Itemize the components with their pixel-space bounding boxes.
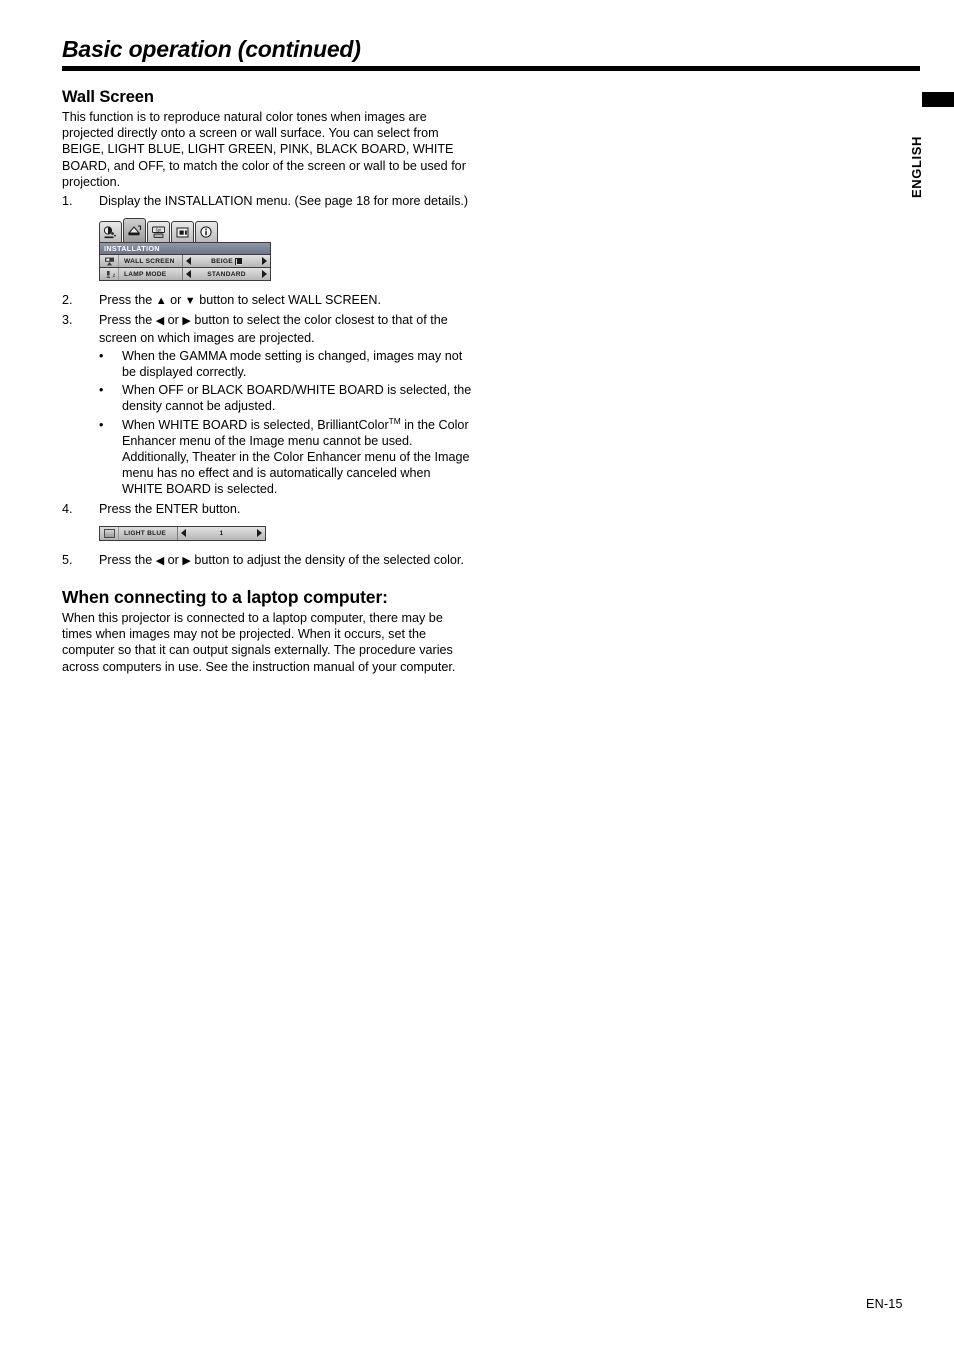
osd-row-label-wall-screen: WALL SCREEN (119, 255, 182, 268)
feature-tab[interactable]: 6pt (147, 221, 170, 243)
signal-tab-icon (176, 227, 189, 238)
osd-row-wall-screen[interactable]: WALL SCREEN BEIGE (99, 255, 271, 269)
arrow-right-icon[interactable] (262, 257, 267, 266)
osd-row-control-light-blue[interactable]: 1 (177, 526, 265, 540)
light-blue-adjust-figure: LIGHT BLUE 1 (99, 525, 266, 541)
trademark-mark: TM (388, 415, 401, 426)
language-tab-label: ENGLISH (909, 136, 924, 198)
osd-row-label-light-blue: LIGHT BLUE (119, 526, 177, 540)
step-3-number: 3. (62, 313, 73, 328)
lamp-mode-icon: A (100, 268, 119, 281)
bullet-dot-icon: • (99, 348, 104, 363)
step-4: 4. Press the ENTER button. (62, 501, 472, 517)
step-2-text-a: Press the (99, 293, 153, 308)
osd-row-value-lamp-mode: STANDARD (207, 270, 246, 278)
information-tab[interactable] (195, 221, 218, 243)
feature-tab-icon: 6pt (152, 226, 165, 238)
bullet-dot-icon: • (99, 383, 104, 398)
page-number: EN-15 (866, 1297, 903, 1311)
osd-row-value-light-blue: 1 (219, 529, 224, 537)
enter-icon (234, 257, 242, 265)
bullet-text-3-a: When WHITE BOARD is selected, BrilliantC… (122, 417, 389, 432)
section-heading-wall-screen: Wall Screen (62, 88, 154, 106)
wall-screen-glyph (104, 257, 114, 266)
color-swatch-icon (100, 526, 119, 540)
content-column: Wall Screen This function is to reproduc… (62, 88, 472, 675)
step-1-text: Display the INSTALLATION menu. (See page… (99, 194, 469, 209)
section-intro-laptop: When this projector is connected to a la… (62, 611, 456, 674)
color-swatch (103, 528, 115, 538)
wall-screen-icon (100, 255, 119, 268)
bullet-item-2: • When OFF or BLACK BOARD/WHITE BOARD is… (99, 382, 472, 414)
osd-row-lamp-mode[interactable]: A LAMP MODE STANDARD (99, 268, 271, 282)
osd-row-label-lamp-mode: LAMP MODE (119, 268, 182, 281)
step-1-number: 1. (62, 194, 73, 209)
bullet-item-3: • When WHITE BOARD is selected, Brillian… (99, 415, 472, 498)
osd-row-control-wall-screen[interactable]: BEIGE (182, 255, 270, 268)
section-intro-wall-screen: This function is to reproduce natural co… (62, 110, 466, 189)
step-2-text-b: button to select WALL SCREEN. (199, 293, 381, 308)
step-3-text: Press the ◀ or ▶ button to select the co… (99, 312, 472, 345)
installation-menu-figure: 6pt INSTALLATION WALL SCREEN BEIGE A LAM… (99, 218, 271, 282)
step-5-number: 5. (62, 552, 73, 567)
arrow-right-icon[interactable] (257, 529, 262, 538)
step-5-text-a: Press the (99, 552, 153, 567)
bullet-item-1: • When the GAMMA mode setting is changed… (99, 348, 472, 380)
step-2-or: or (170, 293, 182, 308)
installation-tab-icon (127, 225, 142, 236)
installation-tab[interactable] (123, 218, 146, 243)
arrow-right-icon: ▶ (182, 315, 191, 328)
osd-row-value-wall-screen-wrap: BEIGE (191, 257, 262, 265)
lamp-mode-glyph: A (106, 270, 115, 279)
svg-text:6pt: 6pt (156, 227, 163, 232)
osd-row-value-wall-screen: BEIGE (211, 257, 233, 265)
step-2: 2. Press the ▲ or ▼ button to select WAL… (62, 292, 472, 309)
bullet-text-1: When the GAMMA mode setting is changed, … (122, 348, 463, 380)
step-4-text: Press the ENTER button. (99, 501, 241, 516)
header-rule (62, 66, 920, 71)
arrow-left-icon: ◀ (155, 315, 165, 328)
osd-menu-title: INSTALLATION (99, 242, 271, 256)
bullet-text-3: When WHITE BOARD is selected, BrilliantC… (122, 415, 472, 498)
step-5: 5. Press the ◀ or ▶ button to adjust the… (62, 552, 472, 569)
image-tab-icon (103, 226, 116, 238)
bullet-dot-icon: • (99, 417, 104, 432)
step-3-text-a: Press the (99, 313, 153, 328)
step-5-text-b: button to adjust the density of the sele… (194, 552, 464, 567)
signal-tab[interactable] (171, 221, 194, 243)
osd-row-control-lamp-mode[interactable]: STANDARD (182, 268, 270, 281)
step-2-text: Press the ▲ or ▼ button to select WALL S… (99, 292, 472, 309)
bullet-text-2: When OFF or BLACK BOARD/WHITE BOARD is s… (122, 383, 472, 414)
arrow-right-icon: ▶ (182, 554, 191, 567)
arrow-down-icon: ▼ (184, 295, 196, 308)
step-5-text: Press the ◀ or ▶ button to adjust the de… (99, 552, 472, 569)
step-3: 3. Press the ◀ or ▶ button to select the… (62, 312, 472, 345)
step-1: 1. Display the INSTALLATION menu. (See p… (62, 193, 472, 209)
information-tab-icon (200, 226, 212, 238)
step-3-or: or (167, 313, 179, 328)
step-4-number: 4. (62, 501, 73, 516)
osd-row-light-blue[interactable]: LIGHT BLUE 1 (99, 525, 266, 541)
step-5-or: or (167, 552, 179, 567)
image-tab[interactable] (99, 221, 122, 243)
osd-tab-row: 6pt (99, 218, 271, 243)
section-heading-laptop: When connecting to a laptop computer: (62, 587, 388, 608)
language-tab-marker (922, 92, 954, 107)
arrow-left-icon: ◀ (155, 554, 165, 567)
arrow-right-icon[interactable] (262, 270, 267, 279)
page-title: Basic operation (continued) (62, 36, 361, 62)
step-3-text-b: button to select the color closest to th… (99, 313, 448, 345)
step-2-number: 2. (62, 293, 73, 308)
arrow-up-icon: ▲ (155, 295, 167, 308)
document-page: Basic operation (continued) ENGLISH Wall… (0, 0, 954, 1348)
svg-text:A: A (112, 273, 114, 279)
